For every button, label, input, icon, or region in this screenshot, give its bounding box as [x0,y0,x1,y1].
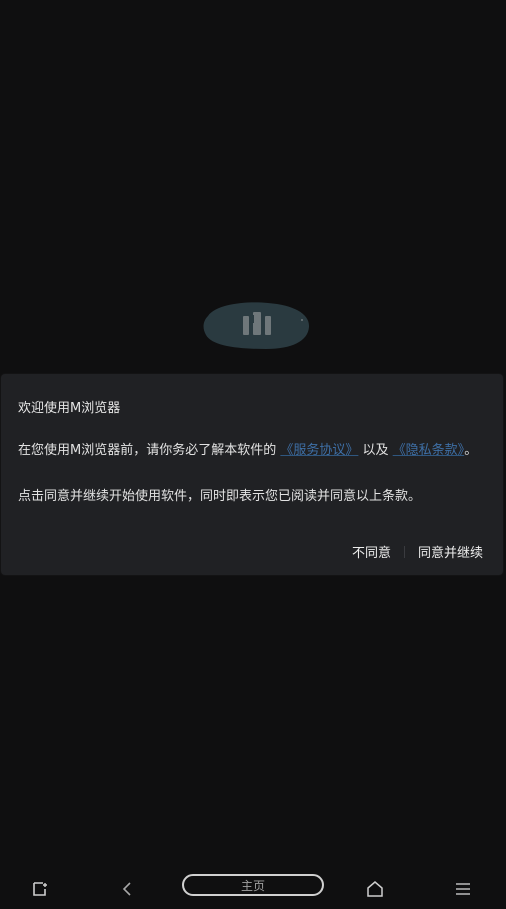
dialog-paragraph-agreement: 在您使用M浏览器前，请你务必了解本软件的 《服务协议》 以及 《隐私条款》。 [18,443,483,459]
m-browser-logo [203,302,310,349]
actions-divider [403,545,405,558]
home-icon[interactable] [363,877,387,901]
agreement-text-middle: 以及 [362,443,389,458]
back-icon[interactable] [115,877,139,901]
agreement-text-prefix: 在您使用M浏览器前，请你务必了解本软件的 [18,443,277,458]
agreement-text-suffix: 。 [464,443,478,458]
browser-screen: 欢迎使用M浏览器 在您使用M浏览器前，请你务必了解本软件的 《服务协议》 以及 … [0,0,506,909]
home-page-pill[interactable]: 主页 [182,874,324,896]
dialog-actions: 不同意 同意并继续 [352,542,483,561]
home-pill-label: 主页 [240,878,265,893]
dialog-title: 欢迎使用M浏览器 [18,401,121,416]
privacy-consent-dialog: 欢迎使用M浏览器 在您使用M浏览器前，请你务必了解本软件的 《服务协议》 以及 … [1,374,503,575]
tabs-icon[interactable] [28,877,52,901]
service-agreement-link[interactable]: 《服务协议》 [280,443,358,458]
dialog-paragraph-consent: 点击同意并继续开始使用软件，同时即表示您已阅读并同意以上条款。 [18,489,422,504]
privacy-terms-link[interactable]: 《隐私条款》 [393,443,465,458]
disagree-button[interactable]: 不同意 [352,542,391,561]
menu-icon[interactable] [451,877,475,901]
agree-continue-button[interactable]: 同意并继续 [418,542,483,561]
bottom-navigation-bar: 主页 [0,869,506,909]
